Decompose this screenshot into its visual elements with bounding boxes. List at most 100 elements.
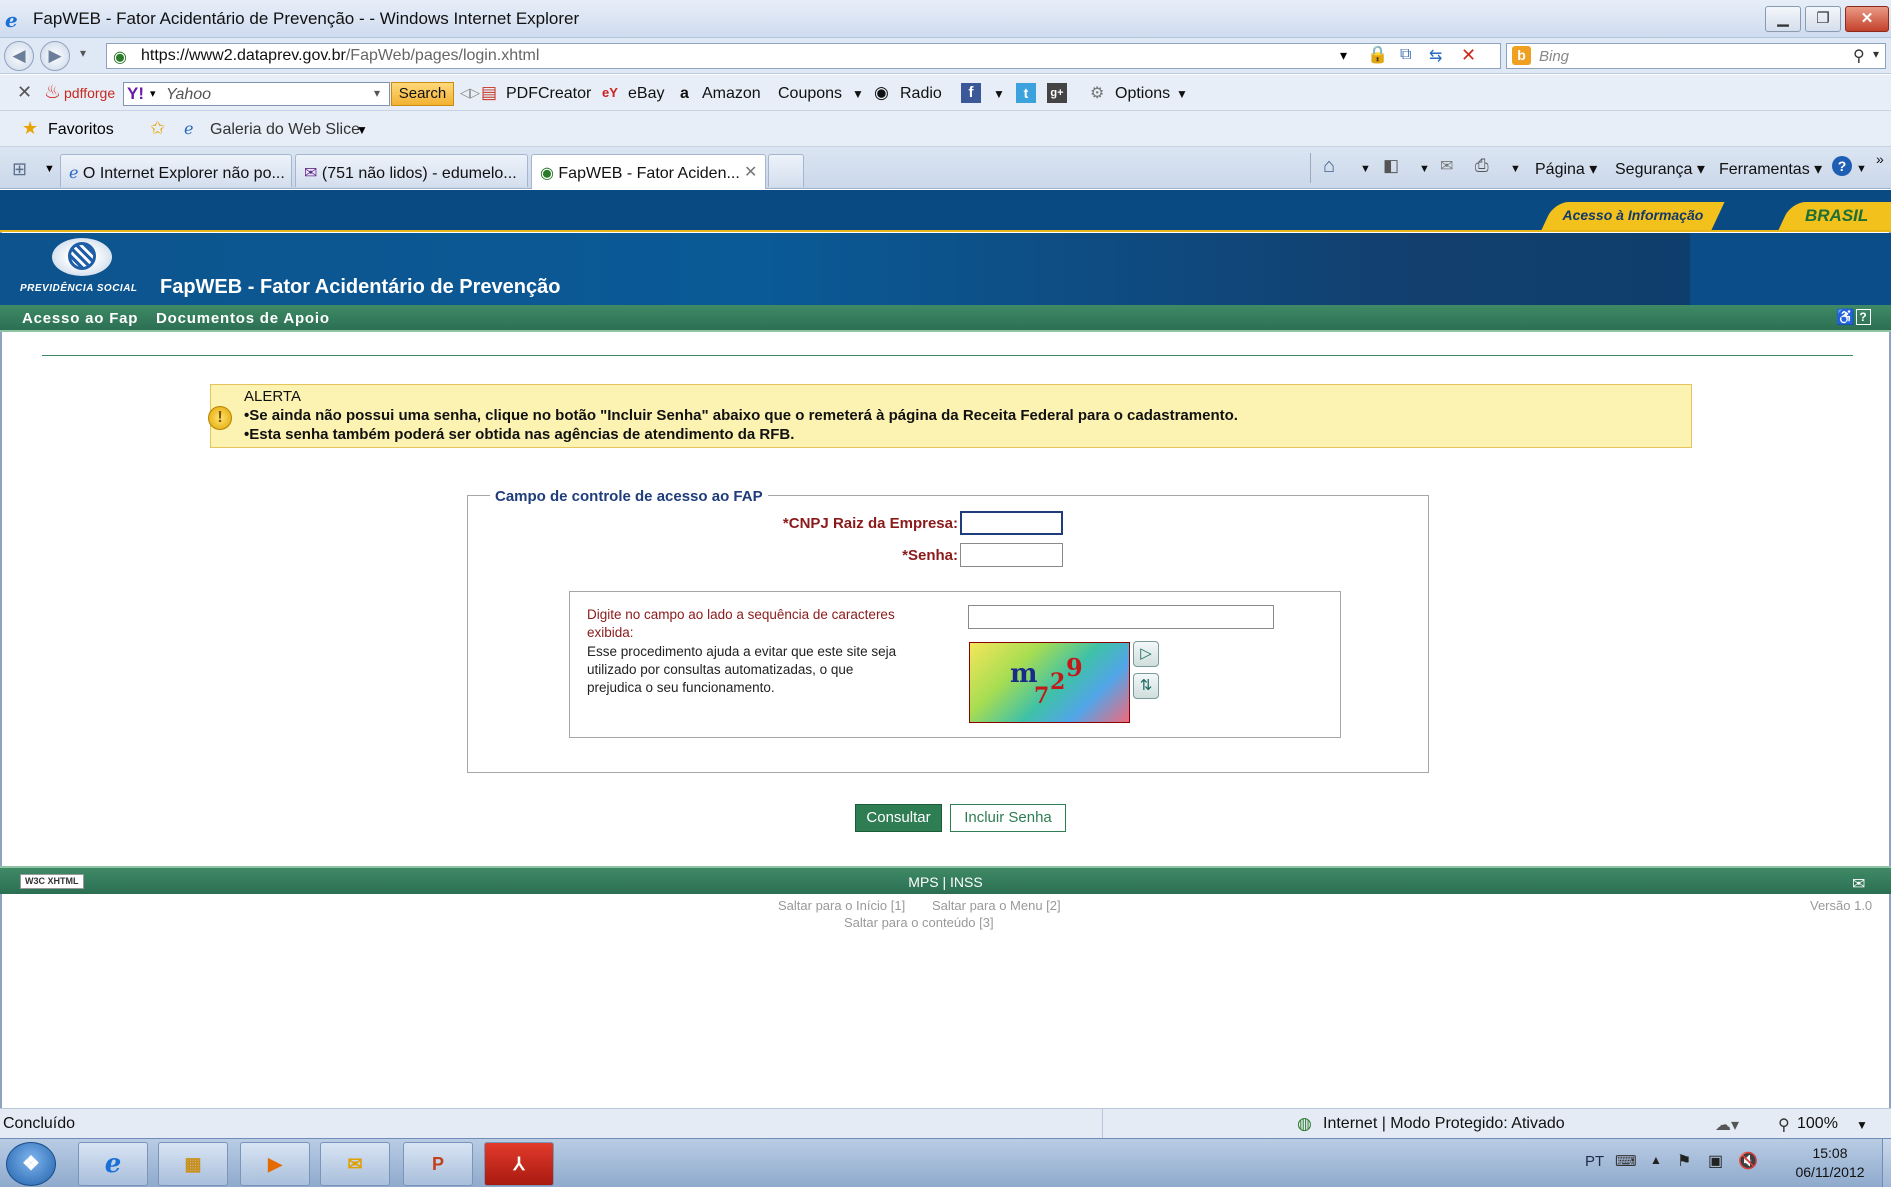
start-button[interactable]: ❖ [6,1142,56,1186]
yahoo-search-input[interactable]: Y! ▾ Yahoo ▾ [123,82,390,106]
compat-view-icon[interactable]: ⧉ [1400,46,1411,64]
captcha-refresh-icon[interactable]: ⇅ [1133,673,1159,699]
forward-button[interactable]: ▶ [40,41,70,71]
zoom-level[interactable]: 100% [1797,1115,1838,1133]
home-icon[interactable]: ⌂ [1323,155,1335,178]
close-toolbar-icon[interactable]: ✕ [17,82,32,103]
new-tab-button[interactable] [768,154,804,187]
tab-label: (751 não lidos) - edumelo... [321,165,517,182]
help-icon[interactable]: ? [1832,156,1852,176]
action-center-icon[interactable]: ⚑ [1677,1151,1691,1171]
options-dropdown-icon[interactable]: ▼ [1176,87,1188,101]
stop-icon[interactable]: ✕ [1461,45,1476,66]
yahoo-history-icon[interactable]: ▾ [374,86,380,100]
taskbar-clock[interactable]: 15:08 06/11/2012 [1780,1144,1880,1182]
tools-menu[interactable]: Ferramentas ▾ [1719,159,1822,179]
taskbar-media-icon[interactable]: ▶ [240,1142,310,1186]
ebay-button[interactable]: eBay [628,85,664,103]
maximize-button[interactable]: ❐ [1805,6,1841,32]
feeds-dropdown-icon[interactable]: ▼ [1419,163,1430,175]
show-desktop-button[interactable] [1882,1139,1891,1187]
facebook-dropdown-icon[interactable]: ▼ [993,87,1005,101]
zoom-dropdown-icon[interactable]: ▼ [1856,1118,1868,1132]
web-slice-gallery-link[interactable]: Galeria do Web Slice [210,121,360,139]
taskbar-acrobat-icon[interactable]: ⅄ [484,1142,554,1186]
skip-to-start-link[interactable]: Saltar para o Início [1] [778,898,905,913]
favorites-button[interactable]: Favoritos [48,121,114,139]
accessibility-icon[interactable]: ♿ [1836,308,1855,326]
taskbar-outlook-icon[interactable]: ✉ [320,1142,390,1186]
senha-input[interactable] [960,543,1063,567]
keyboard-icon[interactable]: ⌨ [1615,1152,1637,1170]
pdfforge-label[interactable]: pdfforge [64,85,115,101]
close-window-button[interactable]: ✕ [1845,6,1889,32]
taskbar-explorer-icon[interactable]: ▦ [158,1142,228,1186]
show-hidden-icons[interactable]: ▲ [1650,1153,1662,1167]
close-tab-icon[interactable]: ✕ [744,162,757,182]
radio-button[interactable]: Radio [900,85,942,103]
skip-to-content-link[interactable]: Saltar para o conteúdo [3] [844,915,994,930]
security-menu[interactable]: Segurança ▾ [1615,159,1705,179]
search-input[interactable]: b Bing ⚲ ▾ [1506,43,1886,69]
facebook-icon[interactable]: f [961,83,981,103]
menu-documentos-apoio[interactable]: Documentos de Apoio [156,310,330,327]
minimize-button[interactable]: ▁ [1765,6,1801,32]
coupons-button[interactable]: Coupons [778,85,842,103]
home-dropdown-icon[interactable]: ▼ [1360,163,1371,175]
url-text: https://www2.dataprev.gov.br/FapWeb/page… [141,47,540,64]
taskbar-ie-icon[interactable]: e [78,1142,148,1186]
incluir-senha-button[interactable]: Incluir Senha [950,804,1066,832]
read-mail-icon[interactable]: ✉ [1440,156,1453,176]
url-input[interactable]: ◉ https://www2.dataprev.gov.br/FapWeb/pa… [106,43,1501,69]
access-info-link[interactable]: Acesso à Informação [1562,207,1703,223]
alert-title: ALERTA [244,388,301,405]
access-info-ribbon[interactable]: Acesso à Informação [1541,202,1725,230]
taskbar-powerpoint-icon[interactable]: P [403,1142,473,1186]
page-menu[interactable]: Página ▾ [1535,159,1597,179]
print-icon[interactable]: ⎙ [1475,156,1489,176]
tab-webmail[interactable]: ✉ (751 não lidos) - edumelo... [295,154,528,187]
googleplus-icon[interactable]: g+ [1047,83,1067,103]
captcha-help-2: utilizado por consultas automatizadas, o… [587,662,854,677]
skip-to-menu-link[interactable]: Saltar para o Menu [2] [932,898,1061,913]
previdencia-logo[interactable] [52,238,112,276]
yahoo-search-button[interactable]: Search [391,82,454,106]
page-help-icon[interactable]: ? [1856,309,1871,325]
more-commands-icon[interactable]: » [1876,151,1884,167]
quick-tabs-icon[interactable]: ⊞ [12,159,27,180]
print-dropdown-icon[interactable]: ▼ [1510,163,1521,175]
volume-muted-icon[interactable]: 🔇 [1738,1151,1758,1171]
options-button[interactable]: Options [1115,85,1170,103]
pdfcreator-button[interactable]: PDFCreator [506,85,591,103]
search-dropdown-icon[interactable]: ▾ [1873,47,1879,61]
url-dropdown-icon[interactable]: ▾ [1340,47,1347,64]
contact-mail-icon[interactable]: ✉ [1852,874,1865,894]
history-dropdown-icon[interactable]: ▾ [80,46,86,60]
security-zone-text[interactable]: Internet | Modo Protegido: Ativado [1323,1115,1565,1133]
captcha-input[interactable] [968,605,1274,629]
search-icon[interactable]: ⚲ [1853,46,1865,66]
lock-icon[interactable]: 🔒 [1367,45,1388,65]
yahoo-dropdown-icon[interactable]: ▾ [150,87,156,100]
tab-fapweb[interactable]: ◉ FapWEB - Fator Aciden... ✕ [531,154,766,189]
feeds-icon[interactable]: ◧ [1383,156,1399,176]
add-favorite-icon[interactable]: ✩ [150,118,165,139]
coupons-dropdown-icon[interactable]: ▼ [852,87,864,101]
brasil-ribbon[interactable]: BRASIL [1778,202,1891,230]
menu-acesso-fap[interactable]: Acesso ao Fap [22,310,138,327]
tab-ie-notice[interactable]: ℯ O Internet Explorer não po... [60,154,292,187]
amazon-button[interactable]: Amazon [702,85,761,103]
network-icon[interactable]: ▣ [1708,1151,1723,1171]
back-button[interactable]: ◀ [4,41,34,71]
language-indicator[interactable]: PT [1585,1153,1604,1170]
captcha-audio-icon[interactable]: ▷ [1133,641,1159,667]
refresh-icon[interactable]: ⇆ [1429,46,1442,66]
consultar-button[interactable]: Consultar [855,804,942,832]
twitter-icon[interactable]: t [1016,83,1036,103]
brasil-link[interactable]: BRASIL [1805,206,1868,226]
cookie-icon[interactable]: ☁▾ [1715,1115,1739,1135]
cnpj-input[interactable] [960,511,1063,535]
web-slice-dropdown-icon[interactable]: ▼ [356,123,368,137]
tab-list-dropdown-icon[interactable]: ▼ [44,163,55,175]
help-dropdown-icon[interactable]: ▼ [1856,163,1867,175]
